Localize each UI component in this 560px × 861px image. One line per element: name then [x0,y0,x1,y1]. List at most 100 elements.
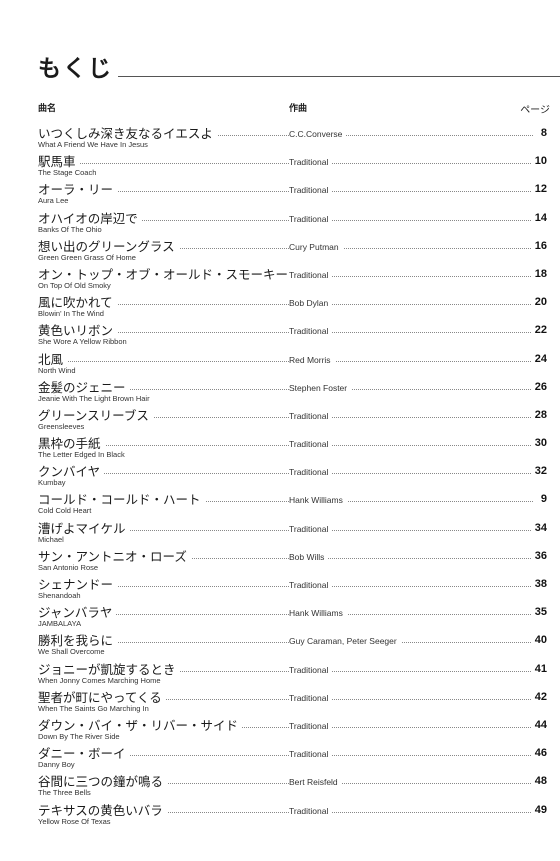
page-number: 14 [531,211,547,225]
song-title-jp: 黒枠の手紙 [38,436,105,452]
song-title-en: The Stage Coach [38,168,97,178]
composer: Bob Wills [289,550,329,563]
page-number: 44 [531,718,547,732]
toc-entry[interactable]: 北風 North Wind Red Morris 24 [38,351,547,380]
song-title-jp: サン・アントニオ・ローズ [38,548,191,564]
toc-entry[interactable]: 金髪のジェニー Jeanie With The Light Brown Hair S… [38,379,547,408]
composer: Red Morris [289,353,335,366]
song-title-en: Down By The River Side [38,731,120,741]
toc-entry[interactable]: 黄色いリボン She Wore A Yellow Ribbon Traditiona… [38,323,547,351]
composer: Traditional [289,466,333,479]
toc-entry[interactable]: オーラ・リー Aura Lee Traditional 12 [38,182,547,210]
song-title-en: Kumbay [38,478,66,488]
song-title-en: We Shall Overcome [38,647,105,657]
song-title-jp: クンバイヤ [38,464,105,480]
composer: Traditional [289,691,333,704]
page-number: 22 [531,324,547,338]
toc-entry[interactable]: オン・トップ・オブ・オールド・スモーキー On Top Of Old Smoky T… [38,266,547,295]
composer: Traditional [289,268,333,281]
page-number: 34 [531,521,547,535]
song-title-jp: 想い出のグリーングラス [38,238,179,254]
composer: Traditional [289,156,333,169]
page-number: 24 [531,352,547,366]
song-title-jp: 金髪のジェニー [38,379,130,395]
toc-entry[interactable]: 聖者が町にやってくる When The Saints Go Marching In… [38,689,547,718]
song-title-en: Danny Boy [38,760,75,770]
header-composer: 作曲 [289,104,308,114]
composer: Stephen Foster [289,381,352,394]
song-title-en: North Wind [38,365,76,375]
toc-entry[interactable]: 風に吹かれて Blowin' In The Wind Bob Dylan 20 [38,295,547,323]
toc-entry[interactable]: 勝利を我らに We Shall Overcome Guy Caraman, Pete… [38,633,547,661]
toc-entry[interactable]: 黒枠の手紙 The Letter Edged In Black Traditiona… [38,436,547,464]
page-number: 30 [531,437,547,451]
title-rule [118,76,560,77]
song-title-jp: 駅馬車 [38,154,80,170]
song-title-jp: オハイオの岸辺で [38,210,142,226]
song-title-jp: 北風 [38,351,68,367]
song-title-en: Banks Of The Ohio [38,224,102,234]
song-title-en: On Top Of Old Smoky [38,280,111,290]
header-page: ページ [520,105,550,116]
song-title-jp: コールド・コールド・ハート [38,492,205,508]
page-number: 48 [531,775,547,789]
toc-entry[interactable]: サン・アントニオ・ローズ San Antonio Rose Bob Wills 36 [38,548,547,577]
page-number: 12 [531,183,547,197]
toc-entry[interactable]: コールド・コールド・ハート Cold Cold Heart Hank William… [38,492,547,520]
song-title-jp: 漕げよマイケル [38,520,130,536]
song-title-jp: オン・トップ・オブ・オールド・スモーキー [38,266,293,282]
page-number: 42 [531,690,547,704]
composer: Bert Reisfeld [289,776,342,789]
composer: Hank Williams [289,607,347,620]
toc-entry[interactable]: ダウン・バイ・ザ・リバー・サイド Down By The River Side Tr… [38,717,547,746]
toc-entry[interactable]: ジョニーが凱旋するとき When Jonny Comes Marching Hom… [38,661,547,690]
page-number: 36 [531,549,547,563]
toc-entry[interactable]: 漕げよマイケル Michael Traditional 34 [38,520,547,549]
leader-dots [38,360,289,362]
header-song: 曲名 [38,104,57,114]
page-number: 28 [531,408,547,422]
page-number: 16 [531,239,547,253]
toc-entry[interactable]: 谷間に三つの鐘が鳴る The Three Bells Bert Reisfeld 48 [38,774,547,802]
toc-entry[interactable]: テキサスの黄色いバラ Yellow Rose Of Texas Traditiona… [38,802,547,831]
toc-entry[interactable]: クンバイヤ Kumbay Traditional 32 [38,464,547,492]
page-number: 49 [531,803,547,817]
page-number: 26 [531,380,547,394]
toc-entry[interactable]: グリーンスリーブス Greensleeves Traditional 28 [38,407,547,436]
song-title-jp: ダニー・ボーイ [38,746,130,762]
page-number: 20 [531,296,547,310]
page-number: 35 [531,606,547,620]
song-title-jp: オーラ・リー [38,182,118,198]
page-number: 38 [531,578,547,591]
page-number: 9 [537,493,547,507]
toc-entry[interactable]: ダニー・ボーイ Danny Boy Traditional 46 [38,746,547,774]
song-title-jp: 風に吹かれて [38,295,117,311]
song-title-jp: ジョニーが凱旋するとき [38,661,180,677]
composer: Traditional [289,184,333,197]
song-title-en: Blowin' In The Wind [38,309,104,319]
toc-entry[interactable]: いつくしみ深き友なるイエスよ What A Friend We Have In J… [38,126,547,154]
song-title-en: She Wore A Yellow Ribbon [38,337,127,347]
song-title-en: Cold Cold Heart [38,506,92,516]
composer: Traditional [289,579,333,591]
composer: Traditional [289,522,333,535]
toc-entry[interactable]: ジャンバラヤ JAMBALAYA Hank Williams 35 [38,605,547,633]
song-title-jp: いつくしみ深き友なるイエスよ [38,126,217,141]
composer: Bob Dylan [289,297,333,310]
toc-entry[interactable]: 想い出のグリーングラス Green Green Grass Of Home Cury… [38,238,547,267]
song-title-en: Greensleeves [38,421,85,431]
song-title-jp: グリーンスリーブス [38,407,153,423]
song-title-jp: ジャンバラヤ [38,605,117,621]
song-title-en: Michael [38,534,64,544]
toc-entry[interactable]: シェナンドー Shenandoah Traditional 38 [38,577,547,605]
toc-entry[interactable]: オハイオの岸辺で Banks Of The Ohio Traditional 14 [38,210,547,239]
song-title-jp: ダウン・バイ・ザ・リバー・サイド [38,717,243,733]
title-area: もくじ [38,54,560,84]
song-title-en: Aura Lee [38,196,69,206]
page-number: 8 [537,127,547,140]
page-number: 32 [531,465,547,479]
toc-entry[interactable]: 駅馬車 The Stage Coach Traditional 10 [38,154,547,182]
song-title-jp: シェナンドー [38,577,118,592]
composer: Traditional [289,212,333,225]
song-title-jp: 黄色いリボン [38,323,118,339]
